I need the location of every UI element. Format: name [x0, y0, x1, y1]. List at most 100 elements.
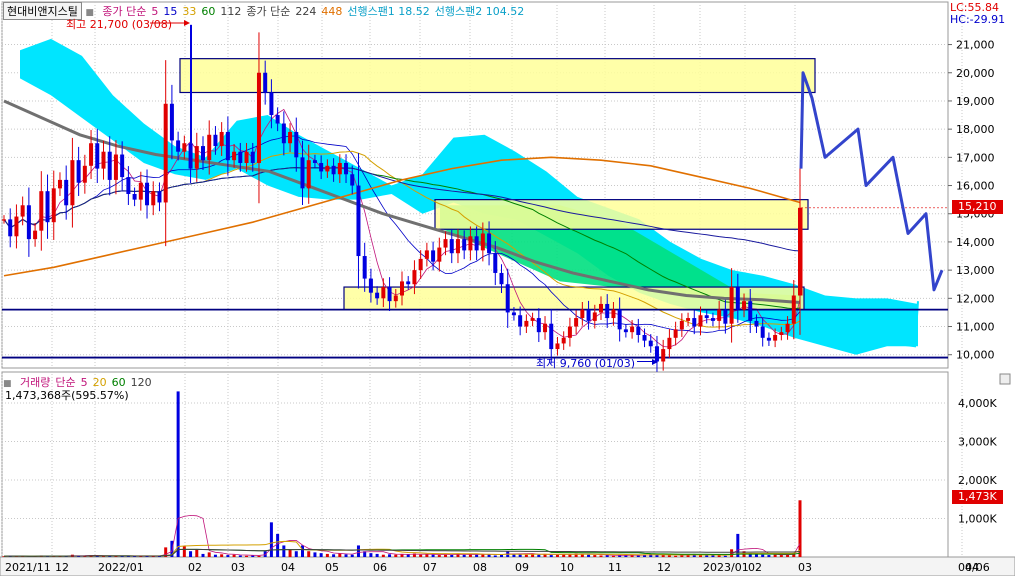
- panel-scroll-icon: [999, 373, 1011, 385]
- candle-body: [26, 205, 31, 240]
- volume-bar: [325, 553, 329, 557]
- legend-item-9: 선행스팬1 18.52: [347, 5, 430, 18]
- price-tick-label: 17,000: [956, 151, 995, 164]
- x-tick-label: 12: [657, 561, 671, 574]
- volume-bar: [475, 554, 479, 557]
- volume-bar: [220, 554, 224, 557]
- price-tick-label: 13,000: [956, 264, 995, 277]
- price-tick-label: 11,000: [956, 321, 995, 334]
- candle-body: [250, 151, 255, 163]
- volume-bar: [394, 554, 398, 557]
- candle-body: [698, 315, 703, 327]
- candle-body: [400, 281, 404, 296]
- volume-bar: [754, 554, 758, 557]
- legend-item-5: 112: [220, 5, 242, 18]
- volume-bar: [176, 391, 180, 557]
- candle-body: [499, 272, 504, 285]
- candle-body: [138, 182, 143, 200]
- x-tick-label: 2022/01: [98, 561, 144, 574]
- volume-bar: [307, 551, 311, 557]
- low-price-label: 최저 9,760 (01/03): [536, 357, 636, 370]
- volume-bar: [182, 546, 186, 557]
- volume-bar: [723, 555, 727, 557]
- candle-body: [375, 292, 380, 299]
- candle-body: [480, 233, 485, 251]
- candle-body: [163, 103, 168, 203]
- x-tick-label: 08: [473, 561, 487, 574]
- candle-body: [623, 329, 628, 333]
- volume-bar: [500, 554, 503, 557]
- volume-bar: [195, 549, 199, 557]
- candle-body: [455, 239, 460, 254]
- candle-body: [362, 256, 367, 279]
- candle-body: [356, 185, 361, 257]
- volume-bar: [388, 554, 392, 557]
- candle-body: [207, 134, 212, 161]
- candle-body: [151, 191, 156, 206]
- highlight-box: [434, 199, 809, 230]
- candle-body: [667, 337, 672, 350]
- candle-body: [331, 165, 336, 175]
- candle-body: [288, 131, 293, 144]
- candle-body: [648, 340, 653, 347]
- volume-bar: [798, 500, 802, 557]
- candle-body: [654, 346, 659, 362]
- volume-bar: [450, 554, 454, 557]
- x-tick-label: 12: [55, 561, 69, 574]
- candle-body: [145, 182, 150, 206]
- volume-bar: [524, 554, 528, 557]
- candle-body: [462, 239, 467, 251]
- price-tick-label: 20,000: [956, 67, 995, 80]
- legend-item-8: 448: [321, 5, 343, 18]
- candle-body: [194, 146, 199, 169]
- candle-body: [710, 318, 715, 321]
- candle-body: [661, 349, 666, 362]
- candle-body: [779, 332, 784, 335]
- candle-body: [387, 287, 392, 302]
- candle-body: [238, 151, 243, 163]
- candle-body: [530, 318, 535, 321]
- legend-item-7: 224: [295, 5, 317, 18]
- candle-body: [549, 323, 554, 350]
- candle-body: [82, 165, 87, 183]
- volume-value-label: 1,473,368주(595.57%): [5, 389, 129, 402]
- candle-body: [70, 160, 75, 206]
- volume-bar: [232, 554, 236, 557]
- candle-body: [406, 281, 411, 285]
- volume-bar: [288, 549, 292, 557]
- candle-body: [630, 326, 635, 333]
- candle-body: [580, 309, 585, 319]
- candle-body: [449, 239, 454, 254]
- candle-body: [275, 115, 280, 124]
- candle-body: [126, 177, 131, 194]
- volume-bar: [226, 555, 230, 557]
- volume-bar: [213, 554, 217, 557]
- candle-body: [95, 143, 100, 169]
- candle-body: [717, 309, 722, 321]
- candle-body: [337, 162, 342, 175]
- volume-bar: [773, 554, 777, 557]
- candle-body: [368, 278, 373, 293]
- time-axis-bar: [0, 556, 1015, 576]
- candle-body: [437, 247, 442, 262]
- price-volume-chart[interactable]: 2021/11 12 2022/01 02 03 04 05 06 07 08 09 10 11 12 20…: [0, 0, 1015, 576]
- volume-bar: [207, 552, 211, 557]
- candle-body: [474, 236, 479, 251]
- candle-body: [219, 131, 224, 147]
- candle-body: [586, 309, 591, 321]
- volume-bar: [201, 553, 205, 557]
- volume-bar: [705, 555, 709, 557]
- x-tick-label: 03: [231, 561, 245, 574]
- volume-bar: [344, 554, 348, 557]
- candle-body: [754, 320, 759, 327]
- legend-item-10: 선행스팬2 104.52: [434, 5, 525, 18]
- candle-body: [57, 179, 62, 189]
- volume-bar: [580, 554, 584, 557]
- candle-body: [729, 287, 734, 324]
- candle-body: [567, 326, 572, 338]
- candle-body: [773, 334, 778, 341]
- volume-bar: [294, 551, 298, 557]
- volume-bar: [313, 552, 317, 557]
- volume-bar: [599, 555, 603, 557]
- x-tick-label: 04: [281, 561, 295, 574]
